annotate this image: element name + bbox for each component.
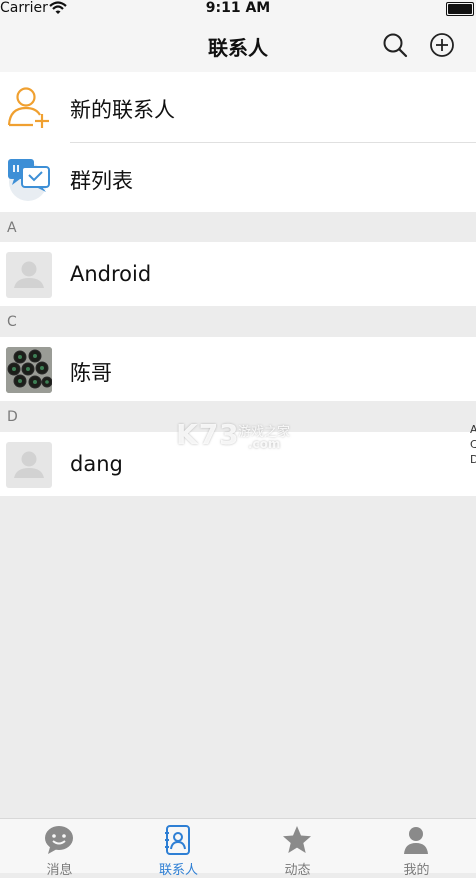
tab-me-label: 我的	[403, 863, 430, 878]
alphabet-index[interactable]: A C D	[470, 422, 476, 467]
contacts-book-icon	[165, 825, 190, 855]
tab-me[interactable]: 我的	[357, 819, 476, 878]
status-bar: Carrier 9:11 AM	[0, 0, 476, 18]
default-avatar-icon	[14, 451, 44, 478]
index-letter-c[interactable]: C	[470, 437, 476, 452]
contact-row[interactable]: 陈哥	[0, 337, 476, 401]
section-header-c: C	[7, 314, 17, 330]
watermark-domain: .com	[248, 437, 281, 451]
tab-bar: 消息 联系人 动态 我的	[0, 818, 476, 878]
group-list-row[interactable]: 群列表	[0, 143, 476, 213]
nav-bar: 联系人	[0, 18, 476, 72]
watermark-main: K73	[176, 418, 240, 451]
contact-name: 陈哥	[70, 361, 112, 385]
photo-avatar-icon	[6, 347, 52, 393]
chat-bubble-icon	[45, 826, 73, 854]
group-list-label: 群列表	[70, 169, 133, 193]
default-avatar-icon	[14, 261, 44, 288]
person-icon	[404, 827, 428, 854]
contact-name: Android	[70, 262, 152, 286]
tab-moments-label: 动态	[284, 863, 311, 878]
avatar	[6, 252, 52, 298]
new-contacts-row[interactable]: 新的联系人	[0, 72, 476, 142]
group-chat-icon	[8, 159, 50, 201]
plus-circle-icon[interactable]	[429, 32, 455, 58]
contact-name: dang	[70, 452, 123, 476]
contact-row[interactable]: Android	[0, 242, 476, 306]
top-actions: 新的联系人 群列表	[0, 72, 476, 212]
search-icon[interactable]	[382, 32, 408, 58]
star-icon	[283, 826, 311, 853]
tab-messages-label: 消息	[46, 863, 73, 878]
index-letter-a[interactable]: A	[470, 422, 476, 437]
watermark-logo: K73 游戏之家 .com	[176, 418, 306, 454]
new-contacts-label: 新的联系人	[70, 98, 175, 122]
tab-contacts[interactable]: 联系人	[119, 819, 238, 878]
tab-contacts-label: 联系人	[158, 863, 198, 878]
add-user-icon	[7, 87, 49, 128]
section-header-a: A	[7, 220, 17, 236]
battery-icon	[446, 2, 474, 16]
status-time: 9:11 AM	[205, 0, 271, 16]
tab-moments[interactable]: 动态	[238, 819, 357, 878]
avatar	[6, 347, 52, 393]
tab-messages[interactable]: 消息	[0, 819, 119, 878]
index-letter-d[interactable]: D	[470, 452, 476, 467]
avatar	[6, 442, 52, 488]
